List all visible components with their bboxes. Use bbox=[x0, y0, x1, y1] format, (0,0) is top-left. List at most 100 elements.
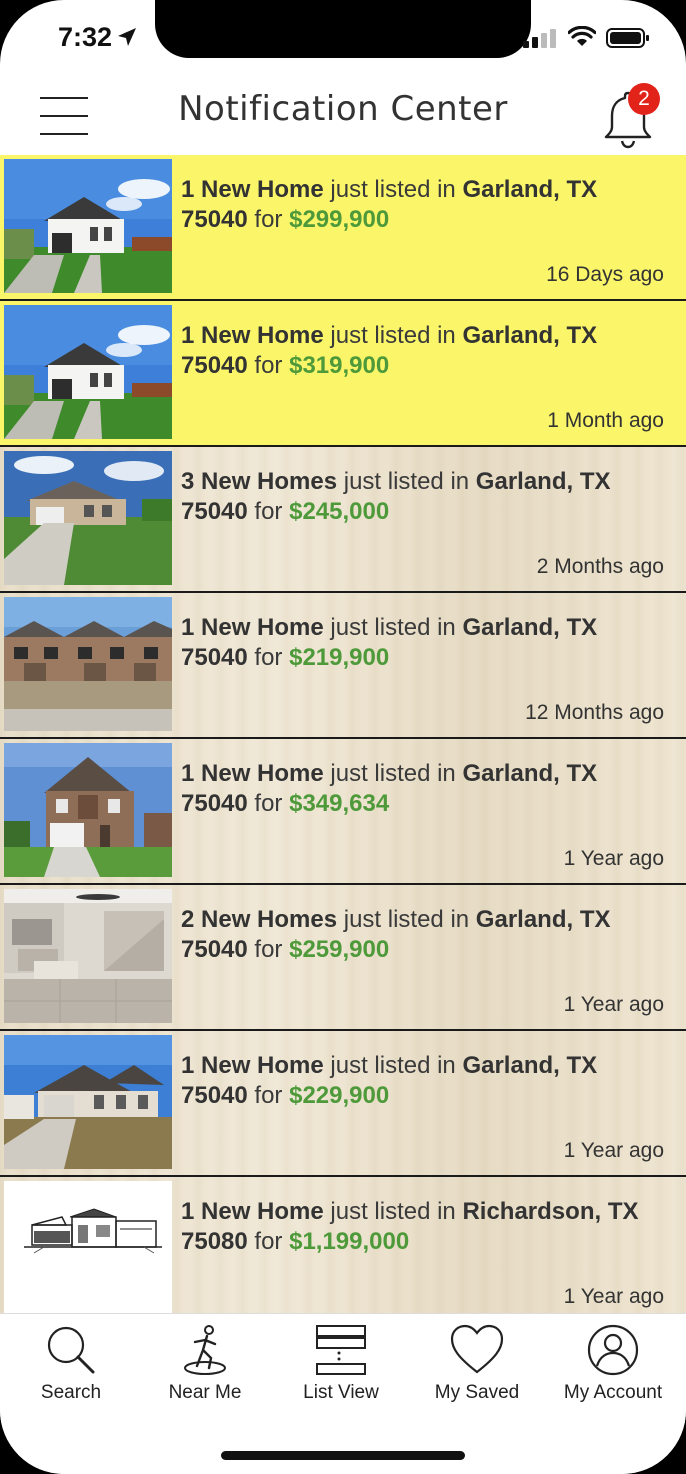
listing-price: $229,900 bbox=[289, 1082, 390, 1109]
status-time: 7:32 bbox=[58, 22, 113, 52]
tab-label: Near Me bbox=[168, 1382, 242, 1403]
listing-photo bbox=[4, 1181, 172, 1313]
message-for: for bbox=[247, 1228, 290, 1255]
tab-my-account[interactable]: My Account bbox=[548, 1322, 678, 1403]
notification-message: 1 New Home just listed in Garland, TX 750… bbox=[181, 1051, 671, 1111]
listing-price: $319,900 bbox=[289, 352, 390, 379]
listing-zip: 75080 bbox=[181, 1228, 248, 1255]
tab-near-me[interactable]: Near Me bbox=[140, 1322, 270, 1403]
listing-city: Richardson, TX bbox=[462, 1198, 639, 1225]
message-for: for bbox=[247, 498, 290, 525]
message-for: for bbox=[247, 206, 290, 233]
notification-message: 2 New Homes just listed in Garland, TX 75… bbox=[181, 905, 671, 965]
listing-count: 1 New Home bbox=[181, 322, 324, 349]
listing-photo bbox=[4, 305, 172, 439]
notification-item[interactable]: 1 New Home just listed in Garland, TX 750… bbox=[0, 301, 686, 447]
notification-item[interactable]: 1 New Home just listed in Garland, TX 750… bbox=[0, 155, 686, 301]
message-for: for bbox=[247, 644, 290, 671]
notification-item[interactable]: 1 New Home just listed in Richardson, TX… bbox=[0, 1177, 686, 1313]
notification-age: 12 Months ago bbox=[525, 701, 664, 724]
listing-photo bbox=[4, 451, 172, 585]
list-view-icon bbox=[316, 1325, 366, 1375]
message-for: for bbox=[247, 936, 290, 963]
listing-zip: 75040 bbox=[181, 498, 248, 525]
listing-count: 1 New Home bbox=[181, 1052, 324, 1079]
listing-price: $259,900 bbox=[289, 936, 390, 963]
listing-city: Garland, TX bbox=[475, 468, 611, 495]
listing-price: $219,900 bbox=[289, 644, 390, 671]
notification-age: 2 Months ago bbox=[536, 555, 664, 578]
tab-label: My Saved bbox=[434, 1382, 520, 1403]
listing-zip: 75040 bbox=[181, 644, 248, 671]
listing-zip: 75040 bbox=[181, 352, 248, 379]
tab-label: List View bbox=[303, 1382, 379, 1403]
heart-icon bbox=[450, 1324, 504, 1374]
message-for: for bbox=[247, 790, 290, 817]
listing-count: 1 New Home bbox=[181, 176, 324, 203]
listing-city: Garland, TX bbox=[462, 1052, 598, 1079]
message-connector: just listed in bbox=[323, 614, 463, 641]
listing-count: 1 New Home bbox=[181, 760, 324, 787]
account-icon bbox=[587, 1324, 639, 1376]
notification-count-badge: 2 bbox=[628, 83, 660, 115]
battery-icon bbox=[606, 28, 649, 48]
listing-price: $349,634 bbox=[289, 790, 390, 817]
cellular-signal-icon bbox=[523, 29, 556, 48]
listing-count: 3 New Homes bbox=[181, 468, 338, 495]
tab-search[interactable]: Search bbox=[6, 1322, 136, 1403]
notification-item[interactable]: 1 New Home just listed in Garland, TX 750… bbox=[0, 1031, 686, 1177]
message-connector: just listed in bbox=[323, 322, 463, 349]
status-bar: 7:32 bbox=[0, 0, 686, 75]
notification-item[interactable]: 1 New Home just listed in Garland, TX 750… bbox=[0, 739, 686, 885]
notification-item[interactable]: 1 New Home just listed in Garland, TX 750… bbox=[0, 593, 686, 739]
message-connector: just listed in bbox=[323, 1052, 463, 1079]
notification-message: 3 New Homes just listed in Garland, TX 75… bbox=[181, 467, 671, 527]
listing-city: Garland, TX bbox=[475, 906, 611, 933]
home-indicator bbox=[221, 1451, 465, 1460]
notification-age: 1 Year ago bbox=[563, 1139, 664, 1162]
message-connector: just listed in bbox=[337, 468, 476, 495]
listing-zip: 75040 bbox=[181, 206, 248, 233]
search-icon bbox=[47, 1326, 95, 1374]
listing-zip: 75040 bbox=[181, 790, 248, 817]
listing-city: Garland, TX bbox=[462, 176, 598, 203]
listing-photo bbox=[4, 743, 172, 877]
listing-zip: 75040 bbox=[181, 1082, 248, 1109]
notification-message: 1 New Home just listed in Garland, TX 750… bbox=[181, 759, 671, 819]
notch bbox=[155, 0, 531, 58]
notification-message: 1 New Home just listed in Richardson, TX… bbox=[181, 1197, 671, 1257]
listing-city: Garland, TX bbox=[462, 760, 598, 787]
listing-count: 1 New Home bbox=[181, 1198, 324, 1225]
notification-item[interactable]: 3 New Homes just listed in Garland, TX 75… bbox=[0, 447, 686, 593]
listing-photo bbox=[4, 1035, 172, 1169]
listing-photo bbox=[4, 597, 172, 731]
notification-age: 1 Year ago bbox=[563, 993, 664, 1016]
page-title: Notification Center bbox=[178, 89, 508, 129]
message-connector: just listed in bbox=[323, 176, 463, 203]
app-header: Notification Center 2 bbox=[0, 75, 686, 155]
tab-list-view[interactable]: List View bbox=[276, 1322, 406, 1403]
listing-city: Garland, TX bbox=[462, 614, 598, 641]
notifications-bell-button[interactable]: 2 bbox=[602, 83, 662, 149]
notification-age: 1 Year ago bbox=[563, 847, 664, 870]
message-connector: just listed in bbox=[323, 1198, 463, 1225]
message-connector: just listed in bbox=[323, 760, 463, 787]
tab-my-saved[interactable]: My Saved bbox=[412, 1322, 542, 1403]
message-for: for bbox=[247, 352, 290, 379]
location-arrow-icon bbox=[118, 28, 136, 46]
wifi-icon bbox=[568, 26, 596, 46]
listing-photo bbox=[4, 159, 172, 293]
listing-count: 2 New Homes bbox=[181, 906, 338, 933]
notification-item[interactable]: 2 New Homes just listed in Garland, TX 75… bbox=[0, 885, 686, 1031]
notification-age: 1 Month ago bbox=[547, 409, 664, 432]
message-connector: just listed in bbox=[337, 906, 476, 933]
notification-list[interactable]: 1 New Home just listed in Garland, TX 750… bbox=[0, 155, 686, 1313]
tab-label: My Account bbox=[563, 1382, 663, 1403]
listing-zip: 75040 bbox=[181, 936, 248, 963]
listing-price: $1,199,000 bbox=[289, 1228, 410, 1255]
notification-message: 1 New Home just listed in Garland, TX 750… bbox=[181, 613, 671, 673]
listing-price: $245,000 bbox=[289, 498, 390, 525]
notification-message: 1 New Home just listed in Garland, TX 750… bbox=[181, 321, 671, 381]
message-for: for bbox=[247, 1082, 290, 1109]
notification-age: 1 Year ago bbox=[563, 1285, 664, 1308]
